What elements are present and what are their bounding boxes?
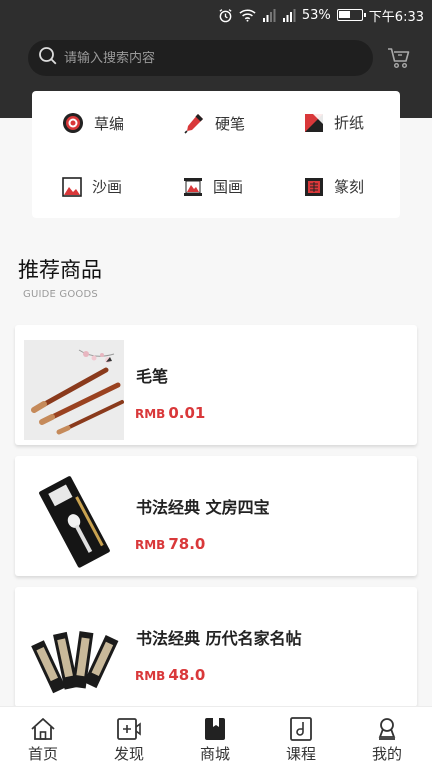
category-grid: 草编 硬笔 折纸 沙画 国画 篆刻 (32, 91, 400, 218)
category-sand-painting[interactable]: 沙画 (62, 176, 122, 197)
category-pen[interactable]: 硬笔 (183, 112, 245, 134)
category-label: 折纸 (334, 114, 365, 132)
category-seal-carving[interactable]: 篆刻 (304, 176, 364, 197)
category-label: 沙画 (92, 178, 123, 196)
cart-icon[interactable] (386, 46, 412, 70)
pen-icon (183, 112, 205, 134)
product-image-study-set (24, 471, 124, 571)
nav-profile[interactable]: 我的 (344, 707, 430, 768)
product-image-brushes (24, 340, 124, 440)
bottom-nav: 首页 发现 商城 课程 我的 (0, 706, 432, 768)
battery-icon (336, 9, 366, 21)
profile-icon (378, 718, 396, 740)
nav-label: 商城 (199, 745, 230, 763)
section-subtitle: GUIDE GOODS (23, 289, 98, 300)
product-price: RMB 0.01 (135, 403, 205, 422)
category-label: 篆刻 (334, 178, 365, 196)
battery-percent: 53% (301, 7, 331, 23)
wifi-icon (239, 8, 256, 22)
search-input[interactable] (64, 50, 344, 66)
price-currency: RMB (135, 538, 166, 552)
straw-weave-icon (62, 112, 84, 134)
category-label: 硬笔 (215, 114, 246, 133)
category-origami[interactable]: 折纸 (304, 112, 364, 133)
search-icon (38, 46, 58, 70)
nav-home[interactable]: 首页 (0, 707, 86, 768)
clock: 下午6:33 (368, 9, 424, 25)
product-card[interactable]: 毛笔 RMB 0.01 (15, 325, 417, 445)
price-value: 78.0 (168, 535, 206, 553)
category-straw-weave[interactable]: 草编 (62, 112, 124, 134)
nav-shop[interactable]: 商城 (172, 707, 258, 768)
nav-discover[interactable]: 发现 (86, 707, 172, 768)
discover-icon (117, 718, 141, 740)
product-card[interactable]: 书法经典 历代名家名帖 RMB 48.0 (15, 587, 417, 707)
signal-icon (262, 8, 276, 22)
home-icon (31, 718, 55, 740)
chinese-painting-icon (183, 177, 203, 197)
product-name: 毛笔 (136, 367, 169, 386)
alarm-icon (218, 8, 233, 23)
price-currency: RMB (135, 407, 166, 421)
nav-label: 首页 (27, 745, 58, 763)
product-card[interactable]: 书法经典 文房四宝 RMB 78.0 (15, 456, 417, 576)
product-name: 书法经典 历代名家名帖 (136, 629, 302, 648)
sand-painting-icon (62, 176, 82, 197)
status-bar: 53% 下午6:33 (0, 0, 432, 30)
price-value: 48.0 (168, 666, 206, 684)
nav-label: 课程 (285, 745, 316, 763)
price-value: 0.01 (168, 404, 206, 422)
price-currency: RMB (135, 669, 166, 683)
battery-level (338, 11, 350, 18)
seal-carving-icon (304, 177, 324, 197)
category-chinese-painting[interactable]: 国画 (183, 176, 243, 197)
signal-icon (282, 8, 296, 22)
course-icon (290, 717, 312, 741)
product-price: RMB 78.0 (135, 534, 205, 553)
product-image-copybooks (24, 602, 124, 702)
search-box[interactable] (28, 40, 373, 76)
section-title: 推荐商品 (18, 258, 102, 282)
origami-icon (304, 113, 324, 133)
category-label: 草编 (94, 114, 125, 133)
shop-icon (205, 718, 225, 740)
search-bar (0, 38, 432, 78)
product-price: RMB 48.0 (135, 665, 205, 684)
product-name: 书法经典 文房四宝 (136, 498, 270, 517)
nav-course[interactable]: 课程 (258, 707, 344, 768)
nav-label: 发现 (113, 745, 144, 763)
category-label: 国画 (213, 178, 244, 196)
nav-label: 我的 (371, 745, 402, 763)
